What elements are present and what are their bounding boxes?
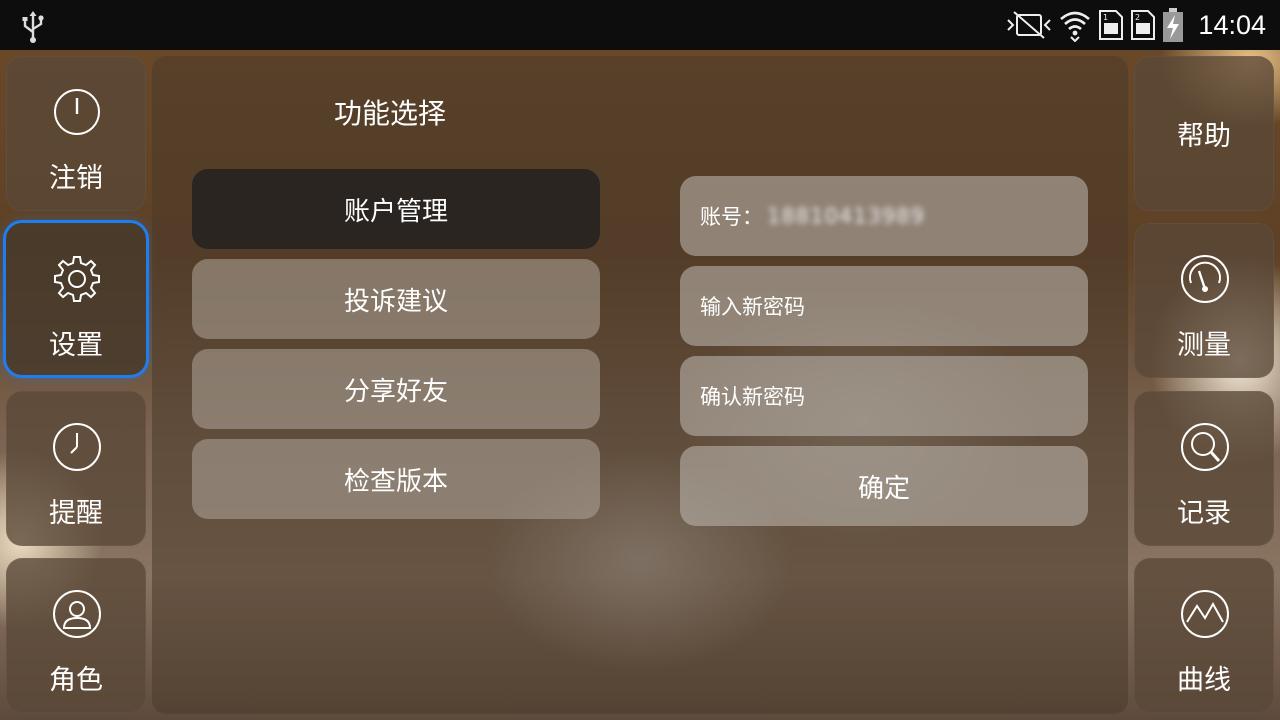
menu-complaint-suggestion[interactable]: 投诉建议 xyxy=(192,259,600,339)
new-password-placeholder: 输入新密码 xyxy=(700,295,805,319)
nav-measure-button[interactable]: 测量 xyxy=(1134,223,1274,378)
gauge-icon xyxy=(1179,253,1231,305)
nav-reminder-button[interactable]: 提醒 xyxy=(6,391,146,546)
user-icon xyxy=(51,588,103,640)
mute-vibrate-icon xyxy=(1006,10,1052,40)
nav-role-label: 角色 xyxy=(49,665,103,696)
power-icon xyxy=(51,86,103,138)
nav-reminder-label: 提醒 xyxy=(49,498,103,529)
status-bar: 1 2 14:04 xyxy=(0,0,1280,50)
nav-record-label: 记录 xyxy=(1177,498,1231,529)
nav-curve-button[interactable]: 曲线 xyxy=(1134,558,1274,713)
nav-logout-label: 注销 xyxy=(49,163,103,194)
svg-text:2: 2 xyxy=(1135,13,1140,22)
gear-icon xyxy=(51,253,103,305)
clock-icon xyxy=(51,421,103,473)
menu-share-friends[interactable]: 分享好友 xyxy=(192,349,600,429)
nav-settings-label: 设置 xyxy=(49,330,103,361)
nav-help-label: 帮助 xyxy=(1177,121,1231,152)
account-field: 账号： 18810413989 xyxy=(680,176,1088,256)
confirm-password-placeholder: 确认新密码 xyxy=(700,385,805,409)
chart-curve-icon xyxy=(1179,588,1231,640)
nav-logout-button[interactable]: 注销 xyxy=(6,56,146,211)
nav-settings-button[interactable]: 设置 xyxy=(3,220,149,378)
nav-record-button[interactable]: 记录 xyxy=(1134,391,1274,546)
menu-check-version[interactable]: 检查版本 xyxy=(192,439,600,519)
account-label: 账号： xyxy=(700,205,763,229)
search-icon xyxy=(1179,421,1231,473)
battery-charging-icon xyxy=(1162,7,1184,43)
menu-account-management[interactable]: 账户管理 xyxy=(192,169,600,249)
panel-title: 功能选择 xyxy=(334,97,447,130)
confirm-button[interactable]: 确定 xyxy=(680,446,1088,526)
nav-help-button[interactable]: 帮助 xyxy=(1134,56,1274,211)
usb-icon xyxy=(20,10,46,48)
account-value: 18810413989 xyxy=(767,204,925,228)
nav-measure-label: 测量 xyxy=(1177,330,1231,361)
wifi-icon xyxy=(1058,8,1092,42)
nav-role-button[interactable]: 角色 xyxy=(6,558,146,713)
nav-curve-label: 曲线 xyxy=(1177,665,1231,696)
sim1-icon: 1 xyxy=(1098,9,1124,41)
status-clock: 14:04 xyxy=(1198,9,1266,40)
confirm-password-field[interactable]: 确认新密码 xyxy=(680,356,1088,436)
sim2-icon: 2 xyxy=(1130,9,1156,41)
new-password-field[interactable]: 输入新密码 xyxy=(680,266,1088,346)
function-panel: 功能选择 账户管理 投诉建议 分享好友 检查版本 账号： 18810413989… xyxy=(152,56,1128,714)
svg-text:1: 1 xyxy=(1103,13,1108,22)
